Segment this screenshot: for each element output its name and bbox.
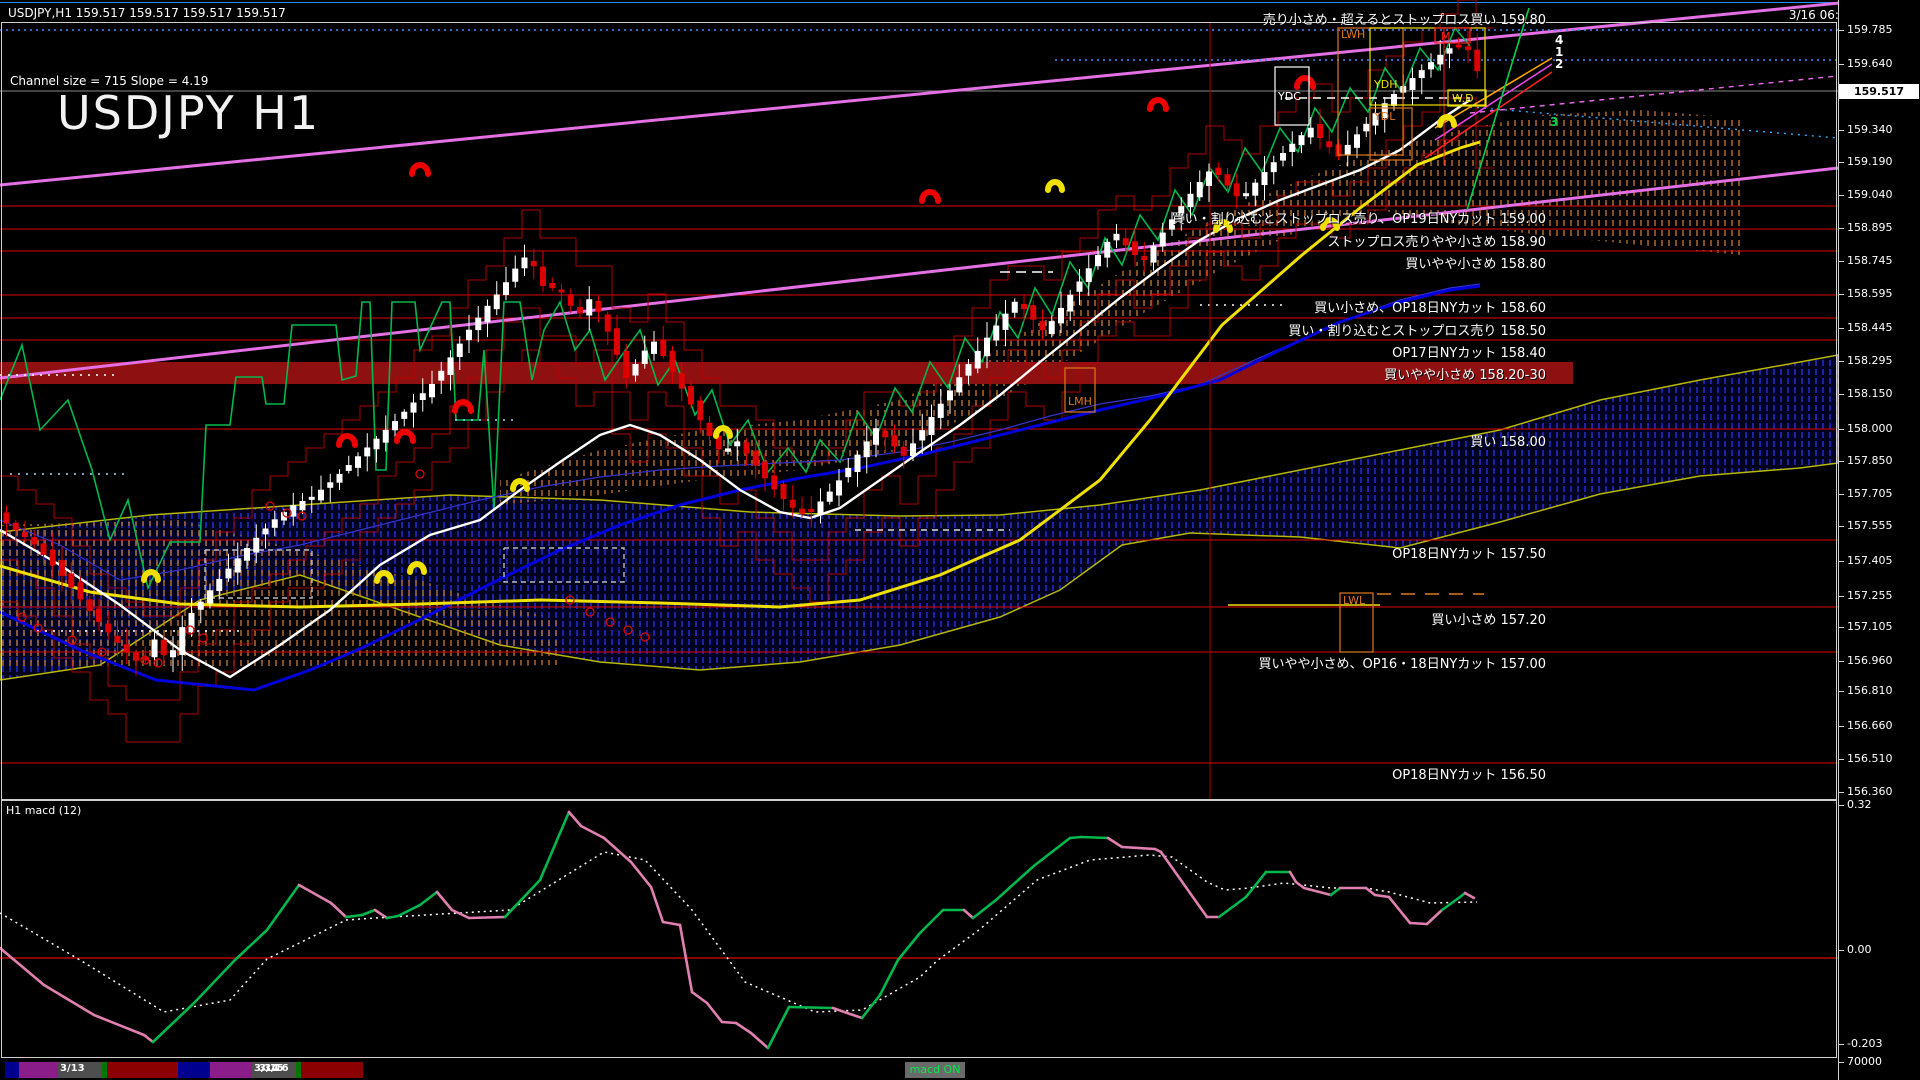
level-annotation: OP17日NYカット 158.40: [1392, 342, 1546, 361]
axis-label: 157.105: [1847, 620, 1893, 633]
day-separator-bar: 3/13 3/143/153/16 macd ON: [0, 1062, 1838, 1078]
axis-label: 156.960: [1847, 654, 1893, 667]
day-segment-label: 3/16: [264, 1063, 289, 1074]
day-segment: [5, 1062, 19, 1078]
day-segment: 3/13: [58, 1062, 102, 1078]
axis-label: 159.640: [1847, 57, 1893, 70]
level-annotation: 買いやや小さめ 158.80: [1405, 253, 1546, 272]
axis-label: 158.295: [1847, 354, 1893, 367]
level-annotation: OP18日NYカット 157.50: [1392, 543, 1546, 562]
trading-app-window: USDJPY,H1 159.517 159.517 159.517 159.51…: [0, 0, 1920, 1080]
day-segment: [301, 1062, 363, 1078]
axis-label: -0.203: [1847, 1037, 1882, 1050]
day-segment: [210, 1062, 252, 1078]
axis-label: 157.405: [1847, 554, 1893, 567]
axis-label: 70000: [1847, 1055, 1882, 1068]
axis-label: 156.660: [1847, 719, 1893, 732]
day-segment: 3/143/153/16: [252, 1062, 296, 1078]
axis-label: 159.190: [1847, 155, 1893, 168]
macd-indicator-label: H1 macd (12): [6, 804, 81, 817]
axis-label: 156.510: [1847, 752, 1893, 765]
axis-label: 156.360: [1847, 785, 1893, 798]
level-annotation: 買いやや小さめ、OP16・18日NYカット 157.00: [1259, 653, 1546, 672]
level-annotation: ストップロス売りやや小さめ 158.90: [1327, 231, 1546, 250]
axis-label: 157.850: [1847, 454, 1893, 467]
axis-label: 158.000: [1847, 422, 1893, 435]
price-axis[interactable]: 159.517 159.785 159.640 159.340 159.190 159.…: [1838, 0, 1920, 1080]
day-segment: [19, 1062, 58, 1078]
axis-label: 156.810: [1847, 684, 1893, 697]
level-annotation: 買い・割り込むとストップロス売り、OP19日NYカット 159.00: [1172, 208, 1546, 227]
macd-frame: [1, 800, 1837, 1058]
axis-label: 158.895: [1847, 221, 1893, 234]
axis-label: 157.255: [1847, 589, 1893, 602]
level-annotation: 買い 158.00: [1470, 431, 1546, 450]
level-annotation: 買い小さめ、OP18日NYカット 158.60: [1314, 297, 1546, 316]
day-segment: [107, 1062, 178, 1078]
axis-label: 158.745: [1847, 254, 1893, 267]
axis-label: 157.705: [1847, 487, 1893, 500]
level-annotation: OP18日NYカット 156.50: [1392, 764, 1546, 783]
axis-label: 159.340: [1847, 123, 1893, 136]
axis-label: 0.32: [1847, 798, 1872, 811]
level-annotation: 売り小さめ・超えるとストップロス買い 159.80: [1263, 9, 1546, 28]
level-annotation: 買い小さめ 157.20: [1431, 609, 1546, 628]
level-annotation: 買い・割り込むとストップロス売り 158.50: [1288, 320, 1546, 339]
axis-label: 157.555: [1847, 519, 1893, 532]
axis-label: 158.150: [1847, 387, 1893, 400]
axis-label: 158.595: [1847, 287, 1893, 300]
axis-label: 0.00: [1847, 943, 1872, 956]
axis-label: 159.040: [1847, 188, 1893, 201]
axis-label: 159.785: [1847, 23, 1893, 36]
level-annotation: 買いやや小さめ 158.20-30: [1384, 364, 1546, 383]
chart-frame: [1, 22, 1837, 800]
day-segment: [178, 1062, 210, 1078]
day-segment-label: 3/13: [60, 1063, 85, 1074]
current-price-box: 159.517: [1839, 84, 1919, 99]
axis-label: 158.445: [1847, 321, 1893, 334]
macd-toggle-badge[interactable]: macd ON: [905, 1062, 965, 1078]
